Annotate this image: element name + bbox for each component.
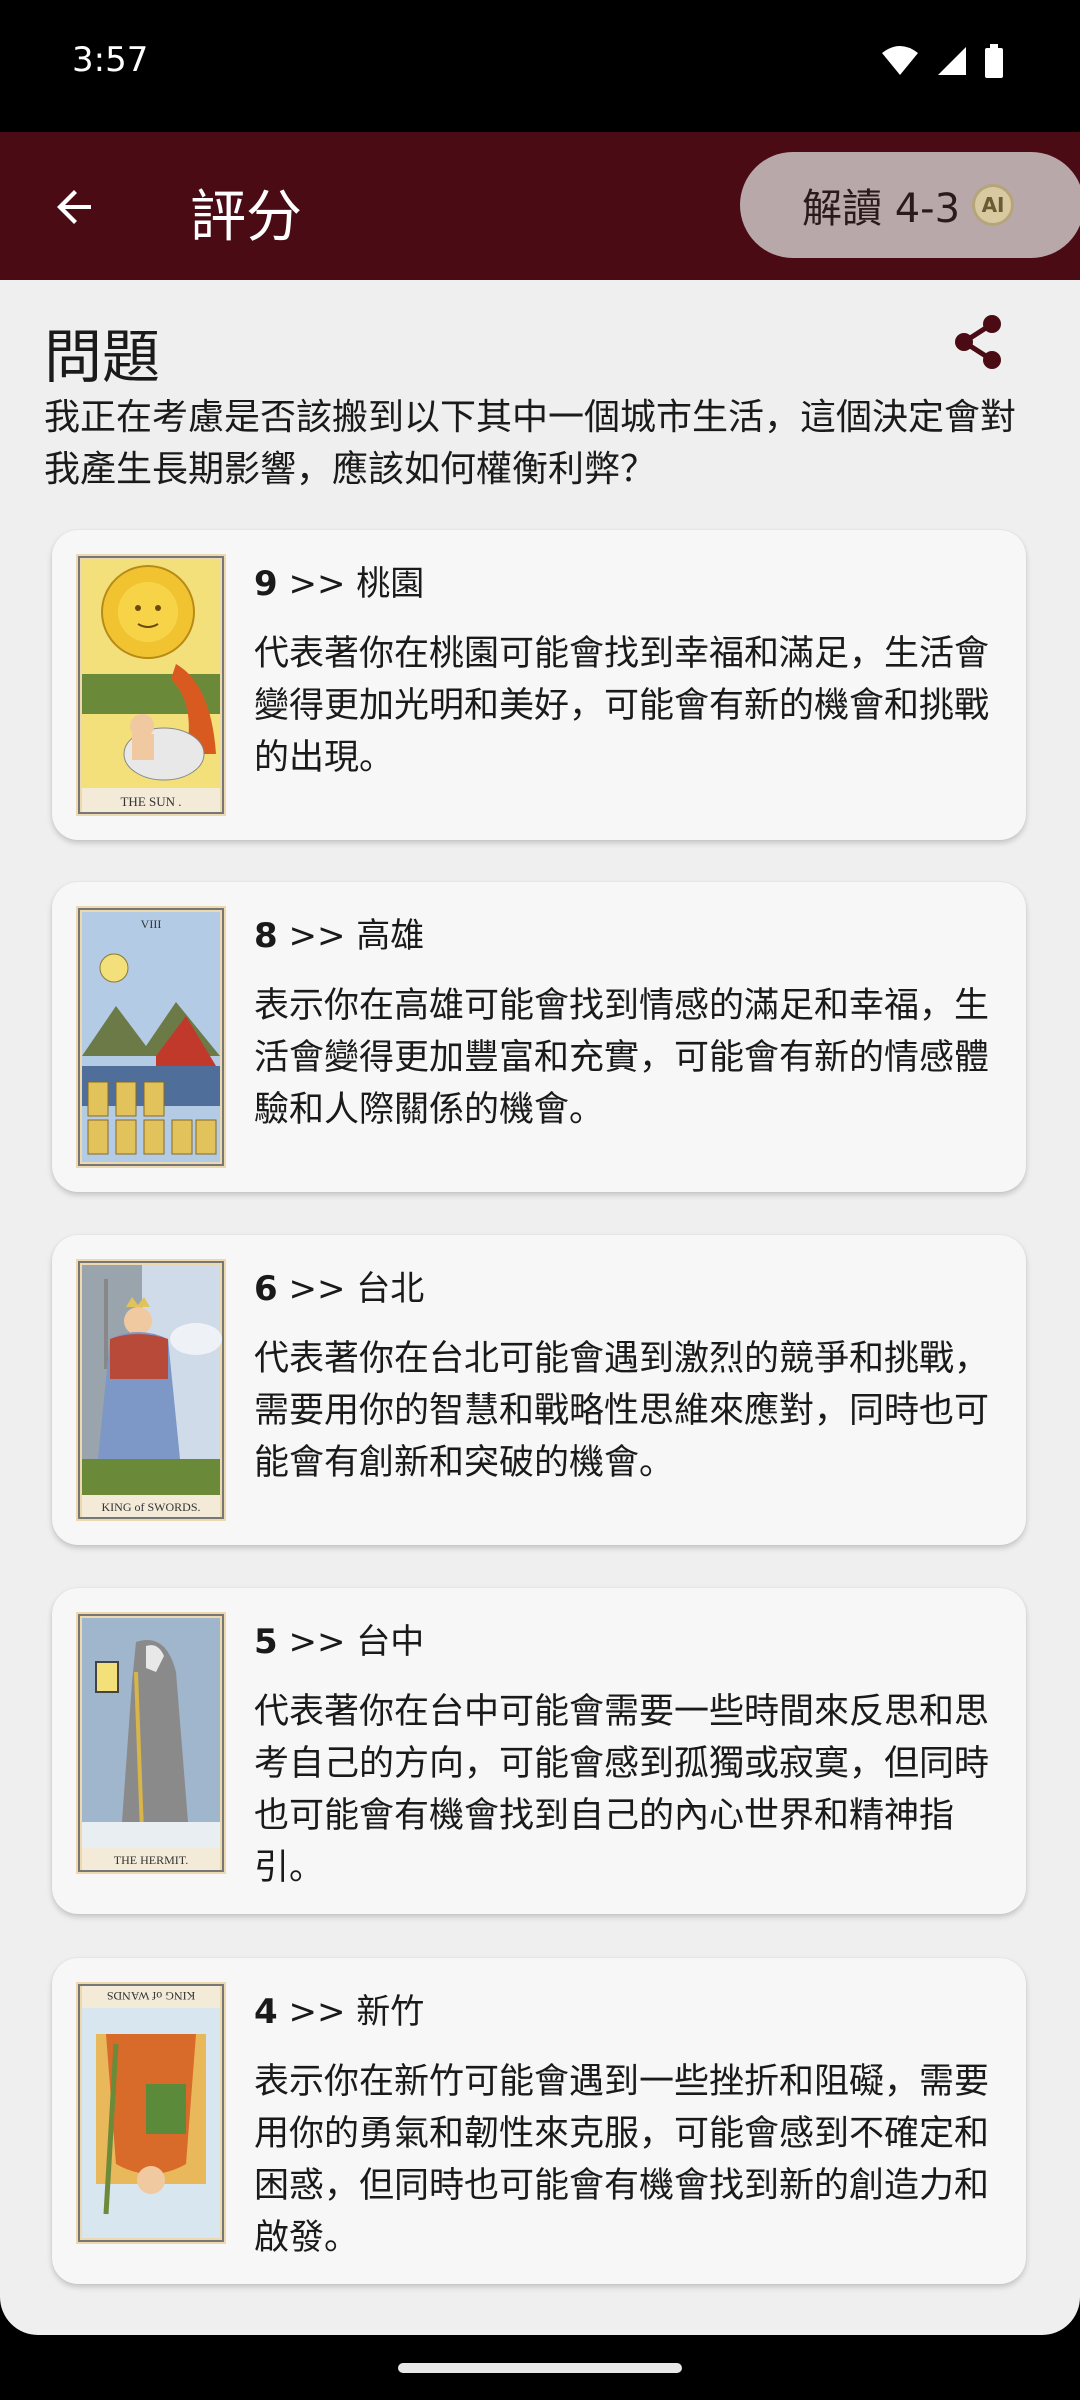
tarot-card-king-of-swords-image: KING of SWORDS. xyxy=(76,1259,226,1521)
app-bar: 評分 解讀 4-3 AI xyxy=(0,132,1080,280)
city-name: 台北 xyxy=(356,1269,425,1309)
tarot-card-caption: THE SUN . xyxy=(120,794,181,809)
score-separator: >> xyxy=(288,916,346,956)
card-title: 5 >> 台中 xyxy=(254,1614,424,1663)
card-description: 代表著你在台北可能會遇到激烈的競爭和挑戰，需要用你的智慧和戰略性思維來應對，同時… xyxy=(254,1339,990,1483)
card-title: 6 >> 台北 xyxy=(254,1261,424,1310)
status-time: 3:57 xyxy=(72,40,149,80)
ai-interpret-button[interactable]: 解讀 4-3 AI xyxy=(740,152,1080,258)
card-description: 表示你在高雄可能會找到情感的滿足和幸福，生活會變得更加豐富和充實，可能會有新的情… xyxy=(254,986,990,1130)
city-name: 新竹 xyxy=(356,1992,425,2032)
card-description: 代表著你在台中可能會需要一些時間來反思和思考自己的方向，可能會感到孤獨或寂寞，但… xyxy=(254,1692,990,1888)
ai-interpret-label: 解讀 4-3 xyxy=(802,186,961,232)
share-icon xyxy=(955,315,1001,369)
score-value: 4 xyxy=(254,1992,278,2032)
ai-badge-icon: AI xyxy=(972,184,1015,226)
wifi-icon xyxy=(882,46,918,75)
score-separator: >> xyxy=(288,1269,346,1309)
signal-icon xyxy=(938,47,966,75)
tarot-card-king-of-wands-image: KING of WANDS xyxy=(76,1982,226,2244)
reading-card[interactable]: KING of WANDS 4 >> 新竹 表示你在新竹可能會遇到一些挫折和阻礙… xyxy=(52,1958,1026,2284)
navigation-gesture-bar[interactable] xyxy=(398,2363,682,2373)
page-title: 評分 xyxy=(190,185,302,250)
content-area: 問題 我正在考慮是否該搬到以下其中一個城市生活，這個決定會對我產生長期影響，應該… xyxy=(0,280,1080,2335)
card-title: 9 >> 桃園 xyxy=(254,556,424,605)
score-separator: >> xyxy=(288,564,346,604)
reading-card[interactable]: VIII 8 >> 高雄 表示你在高雄可能會找到情感的滿足和幸福，生活會變得更加… xyxy=(52,882,1026,1192)
battery-icon xyxy=(985,44,1003,78)
reading-card[interactable]: THE HERMIT. 5 >> 台中 代表著你在台中可能會需要一些時間來反思和… xyxy=(52,1588,1026,1914)
reading-card[interactable]: KING of SWORDS. 6 >> 台北 代表著你在台北可能會遇到激烈的競… xyxy=(52,1235,1026,1545)
question-text: 我正在考慮是否該搬到以下其中一個城市生活，這個決定會對我產生長期影響，應該如何權… xyxy=(44,397,1017,490)
card-title: 8 >> 高雄 xyxy=(254,908,424,957)
card-description: 代表著你在桃園可能會找到幸福和滿足，生活會變得更加光明和美好，可能會有新的機會和… xyxy=(254,634,990,778)
question-heading: 問題 xyxy=(44,323,161,391)
reading-card[interactable]: THE SUN . 9 >> 桃園 代表著你在桃園可能會找到幸福和滿足，生活會變… xyxy=(52,530,1026,840)
score-value: 9 xyxy=(254,564,278,604)
tarot-card-hermit-image: THE HERMIT. xyxy=(76,1612,226,1874)
share-button[interactable] xyxy=(948,312,1008,372)
screen: 3:57 評分 解讀 4-3 AI 問題 我正在考慮是否該搬到以下其中一個城市生… xyxy=(0,0,1080,2400)
score-separator: >> xyxy=(288,1622,346,1662)
city-name: 高雄 xyxy=(356,916,425,956)
back-button[interactable] xyxy=(40,172,110,242)
city-name: 台中 xyxy=(356,1622,425,1662)
tarot-card-caption: KING of SWORDS. xyxy=(102,1500,201,1514)
tarot-card-eight-of-cups-image: VIII xyxy=(76,906,226,1168)
score-separator: >> xyxy=(288,1992,346,2032)
status-bar: 3:57 xyxy=(0,0,1080,132)
score-value: 5 xyxy=(254,1622,278,1662)
status-icons xyxy=(880,44,1004,78)
score-value: 8 xyxy=(254,916,278,956)
arrow-back-icon xyxy=(57,190,91,224)
card-title: 4 >> 新竹 xyxy=(254,1984,424,2033)
card-description: 表示你在新竹可能會遇到一些挫折和阻礙，需要用你的勇氣和韌性來克服，可能會感到不確… xyxy=(254,2062,990,2258)
tarot-card-caption: VIII xyxy=(141,917,162,931)
tarot-card-caption: THE HERMIT. xyxy=(114,1853,188,1867)
tarot-card-caption: KING of WANDS xyxy=(107,1989,195,2003)
city-name: 桃園 xyxy=(356,564,425,604)
tarot-card-sun-image: THE SUN . xyxy=(76,554,226,816)
score-value: 6 xyxy=(254,1269,278,1309)
